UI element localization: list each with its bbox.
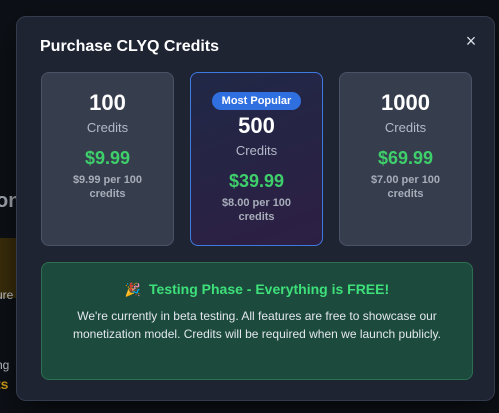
background-text: ure	[0, 288, 14, 302]
package-quantity: 100	[89, 90, 126, 115]
package-quantity: 500	[238, 113, 275, 138]
package-price: $39.99	[228, 171, 285, 191]
package-unit: Credits	[384, 120, 427, 135]
purchase-credits-modal: Purchase CLYQ Credits × 100 Credits $9.9…	[16, 16, 495, 401]
package-per-unit: $7.00 per 100 credits	[370, 174, 441, 200]
party-popper-icon: 🎉	[124, 282, 142, 297]
credit-package-500[interactable]: Most Popular 500 Credits $39.99 $8.00 pe…	[190, 72, 323, 246]
background-text: ts	[0, 376, 9, 392]
beta-notice: 🎉 Testing Phase - Everything is FREE! We'…	[41, 262, 473, 380]
close-icon[interactable]: ×	[462, 32, 480, 50]
package-unit: Credits	[86, 120, 129, 135]
background-text: ng	[0, 358, 10, 372]
package-per-unit: $8.00 per 100 credits	[221, 197, 292, 223]
most-popular-badge: Most Popular	[211, 92, 302, 110]
notice-body: We're currently in beta testing. All fea…	[73, 309, 441, 341]
package-per-unit: $9.99 per 100 credits	[72, 174, 143, 200]
package-unit: Credits	[235, 143, 278, 158]
credit-package-100[interactable]: 100 Credits $9.99 $9.99 per 100 credits	[41, 72, 174, 246]
modal-title: Purchase CLYQ Credits	[40, 38, 220, 55]
package-quantity: 1000	[381, 90, 430, 115]
credit-package-1000[interactable]: 1000 Credits $69.99 $7.00 per 100 credit…	[339, 72, 472, 246]
package-price: $69.99	[377, 148, 434, 168]
notice-heading-text: Testing Phase - Everything is FREE!	[149, 281, 390, 297]
notice-heading: 🎉 Testing Phase - Everything is FREE!	[42, 280, 472, 299]
package-price: $9.99	[84, 148, 131, 168]
